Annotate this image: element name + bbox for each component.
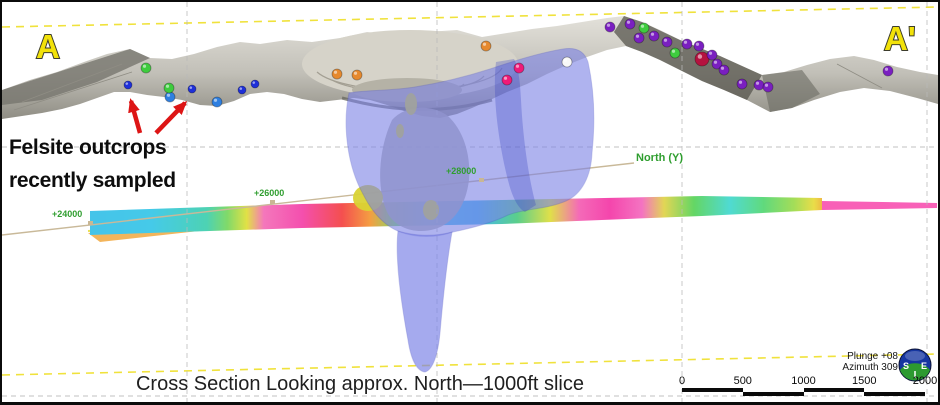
slice-pink-streak: [822, 201, 937, 210]
sample-point-highlight: [240, 87, 243, 90]
cross-section-viewport: A A' S E Felsite outcrops recently sampl…: [0, 0, 940, 405]
sample-point-highlight: [504, 77, 507, 80]
sample-point-purple: [707, 50, 717, 60]
sample-point-green: [164, 83, 174, 93]
sample-point-purple: [754, 80, 764, 90]
axis-station-marker: [270, 200, 275, 204]
sample-point-highlight: [516, 65, 519, 68]
sample-point-highlight: [651, 33, 654, 36]
sample-point-purple: [763, 82, 773, 92]
section-label-a-prime: A': [884, 20, 916, 57]
sample-point-white: [562, 57, 572, 67]
sample-point-highlight: [636, 35, 639, 38]
sample-point-highlight: [664, 39, 667, 42]
sample-point-highlight: [564, 59, 567, 62]
azimuth-value: Azimuth 309: [792, 362, 898, 373]
sample-point-blue: [251, 80, 259, 88]
sample-point-highlight: [126, 82, 129, 85]
sample-point-pink: [514, 63, 524, 73]
sample-point-purple: [634, 33, 644, 43]
scale-label-2000: 2000: [913, 375, 937, 387]
sample-point-highlight: [756, 82, 759, 85]
sample-point-purple: [883, 66, 893, 76]
sample-point-pink: [502, 75, 512, 85]
sample-point-highlight: [641, 25, 644, 28]
plunge-value: Plunge +08: [792, 351, 898, 362]
sample-point-purple: [625, 19, 635, 29]
sample-point-green: [141, 63, 151, 73]
sample-point-orange: [352, 70, 362, 80]
scale-bar: 0500100015002000: [682, 375, 927, 399]
section-caption: Cross Section Looking approx. North—1000…: [136, 373, 584, 396]
sample-point-highlight: [709, 52, 712, 55]
outcrop-note-line2: recently sampled: [9, 169, 176, 193]
sample-point-highlight: [698, 54, 702, 58]
arrow-right: [156, 103, 185, 133]
sample-point-highlight: [672, 50, 675, 53]
sample-point-blue: [188, 85, 196, 93]
axis-station-marker: [479, 178, 484, 182]
sample-point-blue: [124, 81, 132, 89]
sample-point-highlight: [143, 65, 146, 68]
sample-point-highlight: [684, 41, 687, 44]
sample-point-highlight: [627, 21, 630, 24]
sample-point-highlight: [721, 67, 724, 70]
grid-line-yellow-upper: [2, 7, 938, 27]
sample-point-highlight: [190, 86, 193, 89]
scale-segment: [743, 392, 804, 396]
scale-label-1000: 1000: [791, 375, 815, 387]
arrow-left: [131, 101, 140, 133]
globe-letter-s: S: [903, 361, 909, 371]
annotation-arrows: [131, 101, 185, 133]
scale-segment: [682, 388, 743, 392]
axis-tick-1: +26000: [254, 188, 284, 198]
north-axis-label: North (Y): [636, 152, 683, 164]
sample-point-purple: [737, 79, 747, 89]
sample-point-highlight: [739, 81, 742, 84]
body-stem: [397, 231, 452, 372]
cross-section-scene: A A' S E: [2, 2, 938, 402]
sample-point-purple: [662, 37, 672, 47]
sample-point-lightblue: [165, 92, 175, 102]
sample-point-green: [639, 23, 649, 33]
scale-segment: [804, 388, 865, 392]
sample-point-highlight: [696, 43, 699, 46]
outcrop-note-line1: Felsite outcrops: [9, 136, 166, 160]
sample-point-highlight: [354, 72, 357, 75]
sample-point-highlight: [483, 43, 486, 46]
sample-point-highlight: [253, 81, 256, 84]
sample-point-highlight: [885, 68, 888, 71]
sample-point-highlight: [714, 61, 717, 64]
axis-tick-2: +28000: [446, 166, 476, 176]
scale-label-0: 0: [679, 375, 685, 387]
sample-point-purple: [719, 65, 729, 75]
sample-point-highlight: [214, 99, 217, 102]
sample-point-highlight: [765, 84, 768, 87]
sample-point-highlight: [607, 24, 610, 27]
globe-letter-e: E: [921, 361, 927, 371]
sample-point-lightblue: [212, 97, 222, 107]
view-orientation-info: Plunge +08 Azimuth 309: [792, 351, 898, 373]
sample-point-orange: [481, 41, 491, 51]
sample-point-blue: [238, 86, 246, 94]
sample-point-highlight: [167, 94, 170, 97]
sample-point-purple: [649, 31, 659, 41]
axis-station-marker: [88, 221, 93, 225]
axis-tick-0: +24000: [52, 209, 82, 219]
sample-point-purple: [605, 22, 615, 32]
section-label-a: A: [36, 28, 60, 65]
sample-point-purple: [694, 41, 704, 51]
sample-point-highlight: [334, 71, 337, 74]
sample-point-highlight: [166, 85, 169, 88]
sample-point-orange: [332, 69, 342, 79]
scale-label-1500: 1500: [852, 375, 876, 387]
scale-label-500: 500: [734, 375, 752, 387]
sample-point-green: [670, 48, 680, 58]
sample-point-purple: [682, 39, 692, 49]
scale-segment: [864, 392, 925, 396]
